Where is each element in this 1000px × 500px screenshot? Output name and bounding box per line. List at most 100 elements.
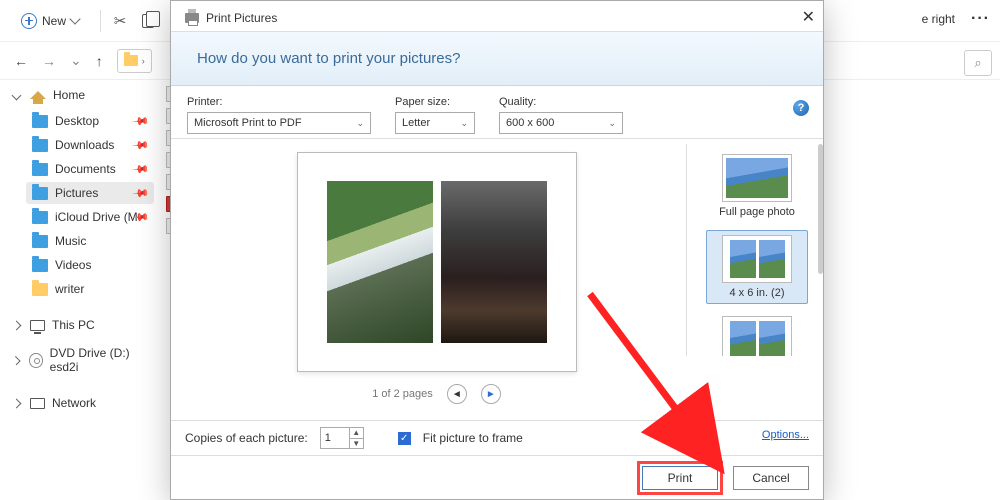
chevron-down-icon: ⌄ [608,118,616,129]
new-button[interactable]: New [10,8,90,34]
sidebar-item-icloud[interactable]: iCloud Drive (M📌 [26,206,154,228]
recent-chevron[interactable]: ⌄ [70,52,82,69]
pin-icon: 📌 [132,136,151,155]
triangle-left-icon: ◄ [452,389,462,400]
sidebar-home[interactable]: Home [6,84,154,106]
layout-label: 4 x 6 in. (2) [729,287,784,299]
sidebar-this-pc-group: This PC DVD Drive (D:) esd2i [6,314,154,378]
folder-icon [32,187,48,200]
copies-label: Copies of each picture: [185,431,308,445]
preview-photo-1 [327,181,433,343]
thumb-photo [759,240,785,278]
sidebar-item-label: This PC [52,318,95,332]
options-link[interactable]: Options... [762,429,809,441]
layout-scrollbar[interactable] [818,144,823,274]
sidebar-item-label: Desktop [55,114,99,128]
thumb-photo [730,321,756,356]
sidebar-home-children: Desktop📌 Downloads📌 Documents📌 Pictures📌… [6,110,154,300]
folder-icon [32,211,48,224]
print-options-row: Printer: Microsoft Print to PDF⌄ Paper s… [171,86,823,139]
folder-icon [32,139,48,152]
spinner-down[interactable]: ▼ [350,439,363,449]
sidebar-item-writer[interactable]: writer [26,278,154,300]
chevron-right-icon [11,355,20,364]
pin-icon: 📌 [132,160,151,179]
toolbar-right: e right ··· [922,10,990,28]
folder-icon [32,235,48,248]
layout-4x6[interactable]: 4 x 6 in. (2) [706,230,808,304]
close-button[interactable]: ✕ [802,7,815,27]
more-button[interactable]: ··· [971,10,990,28]
sidebar-item-label: Pictures [55,186,98,200]
search-icon: ⌕ [974,55,981,71]
pc-icon [30,320,45,331]
layout-list[interactable]: Full page photo 4 x 6 in. (2) 5 x 7 in. … [697,144,817,356]
chevron-right-icon [12,320,22,330]
fit-label: Fit picture to frame [423,431,523,445]
pager: 1 of 2 pages ◄ ► [187,384,686,404]
copies-input[interactable]: 1 ▲ ▼ [320,427,364,449]
cut-button[interactable]: ✂ [111,12,129,30]
sidebar-item-downloads[interactable]: Downloads 📌 [26,134,154,156]
home-icon [30,91,46,99]
sidebar-item-music[interactable]: Music [26,230,154,252]
help-button[interactable]: ? [793,100,809,116]
layout-thumb [722,316,792,356]
sidebar-network[interactable]: Network [6,392,154,414]
search-field[interactable]: ⌕ [964,50,992,76]
disc-icon [29,353,42,368]
next-page-button[interactable]: ► [481,384,501,404]
sidebar-network-group: Network [6,392,154,414]
plus-icon [21,13,37,29]
layout-full-page[interactable]: Full page photo [706,150,808,222]
chevron-down-icon [69,13,80,24]
forward-button[interactable]: → [42,53,56,69]
preview-pane: 1 of 2 pages ◄ ► [187,144,687,356]
sidebar-item-label: iCloud Drive (M [55,210,138,224]
sidebar-item-label: Videos [55,258,91,272]
address-bar[interactable]: › [117,49,152,73]
dialog-titlebar: Print Pictures [171,1,823,31]
sidebar-item-label: Downloads [55,138,114,152]
dialog-body: Printer: Microsoft Print to PDF⌄ Paper s… [171,86,823,420]
triangle-right-icon: ► [486,389,496,400]
fit-checkbox[interactable]: ✓ [398,432,411,445]
printer-field: Printer: Microsoft Print to PDF⌄ [187,96,371,134]
sidebar: Home Desktop 📌 Downloads 📌 Documents📌 Pict… [0,80,162,500]
paper-select[interactable]: Letter⌄ [395,112,475,134]
preview-photo-2 [441,181,547,343]
back-button[interactable]: ← [14,53,28,69]
sidebar-item-documents[interactable]: Documents📌 [26,158,154,180]
sidebar-this-pc[interactable]: This PC [6,314,154,336]
up-button[interactable]: ↑ [96,53,103,69]
quality-select[interactable]: 600 x 600⌄ [499,112,623,134]
print-pictures-dialog: ✕ Print Pictures How do you want to prin… [170,0,824,500]
quality-label: Quality: [499,96,623,108]
copy-button[interactable] [139,12,157,30]
dialog-button-row: Print Cancel [171,455,823,499]
chevron-down-icon [12,90,22,100]
toolbar-divider [100,10,101,32]
sidebar-item-pictures[interactable]: Pictures📌 [26,182,154,204]
sidebar-item-label: Music [55,234,86,248]
layout-5x7[interactable]: 5 x 7 in. (2) [706,312,808,356]
prev-page-button[interactable]: ◄ [447,384,467,404]
folder-icon [124,55,138,66]
print-button[interactable]: Print [642,466,718,490]
pin-icon: 📌 [132,112,151,131]
printer-value: Microsoft Print to PDF [194,117,302,129]
chevron-down-icon: ⌄ [356,118,364,129]
sidebar-dvd[interactable]: DVD Drive (D:) esd2i [6,342,154,378]
new-button-label: New [42,14,66,28]
spinner-up[interactable]: ▲ [350,428,363,439]
quality-field: Quality: 600 x 600⌄ [499,96,623,134]
sidebar-item-videos[interactable]: Videos [26,254,154,276]
paper-label: Paper size: [395,96,475,108]
chevron-right-icon: › [142,56,145,66]
cancel-button[interactable]: Cancel [733,466,809,490]
dialog-heading: How do you want to print your pictures? [171,31,823,86]
sidebar-item-desktop[interactable]: Desktop 📌 [26,110,154,132]
network-icon [30,398,45,409]
printer-select[interactable]: Microsoft Print to PDF ⌄ [187,112,371,134]
layout-label: Full page photo [719,206,795,218]
